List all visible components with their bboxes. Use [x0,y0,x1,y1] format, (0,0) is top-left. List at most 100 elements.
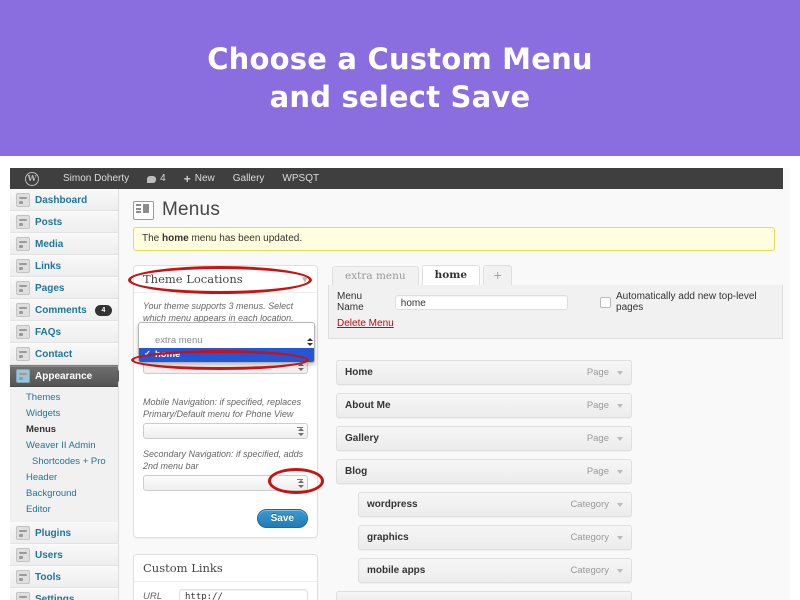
submenu-item-header[interactable]: Header [10,470,118,486]
chevron-down-icon[interactable] [617,436,623,441]
custom-links-box: Custom Links URL http:// Label Menu Item [133,554,318,600]
menu-item-title: mobile apps [367,565,426,576]
menu-item-type: Category [570,532,609,543]
chevron-down-icon[interactable] [617,469,623,474]
check-icon: ✓ [144,349,151,358]
sidebar-item-settings[interactable]: Settings [10,588,118,600]
delete-menu-link[interactable]: Delete Menu [337,318,394,329]
menu-item-title: wordpress [367,499,418,510]
menu-item-row[interactable]: wordpress Category [358,492,632,517]
menu-items-list: Home Page About Me Page Gallery Page Blo… [328,339,783,600]
chevron-down-icon[interactable] [617,568,623,573]
sidebar-label: Comments [35,304,87,316]
secondary-navigation-label: Secondary Navigation: if specified, adds… [143,449,304,471]
mobile-navigation-label: Mobile Navigation: if specified, replace… [143,397,302,419]
chevron-down-icon[interactable] [617,403,623,408]
dropdown-panel: extra menu ✓ home [138,322,315,363]
appearance-submenu: Themes Widgets Menus Weaver II Admin Sho… [10,387,118,522]
updated-notice: The home menu has been updated. [133,227,775,251]
sidebar-item-users[interactable]: Users [10,544,118,566]
chevron-down-icon[interactable] [617,535,623,540]
menu-item-row[interactable]: Home Page [336,360,632,385]
comments-count-badge: 4 [95,304,112,316]
secondary-navigation-select[interactable] [143,475,308,491]
sidebar-item-pages[interactable]: Pages [10,277,118,299]
sidebar-item-dashboard[interactable]: Dashboard [10,189,118,211]
chevron-down-icon[interactable] [617,502,623,507]
menu-item-meta: Page [587,400,623,411]
sidebar-item-comments[interactable]: Comments 4 [10,299,118,321]
link-icon [16,259,30,273]
instruction-text: Choose a Custom Menu and select Save [207,40,593,117]
submenu-item-shortcodes-pro[interactable]: Shortcodes + Pro [10,454,118,470]
sidebar-label: Settings [35,593,75,600]
admin-bar-wpsqt[interactable]: WPSQT [273,168,328,189]
menu-item-type: Page [586,367,609,378]
wordpress-admin-screenshot: W Simon Doherty 4 + New Gallery WPSQT Da… [10,168,790,600]
sidebar-label: Posts [35,216,63,228]
auto-add-pages-checkbox[interactable] [600,296,612,308]
sidebar-item-appearance[interactable]: Appearance [10,365,124,387]
custom-links-title: Custom Links [143,561,223,575]
theme-locations-title: Theme Locations [143,272,243,286]
sidebar-label: Pages [35,282,65,294]
menu-item-type: Page [586,466,609,477]
sidebar-item-contact[interactable]: Contact [10,343,118,365]
sidebar-item-posts[interactable]: Posts [10,211,118,233]
submenu-item-editor[interactable]: Editor [10,502,118,518]
chevron-down-icon[interactable] [617,370,623,375]
tab-home[interactable]: home [421,265,481,285]
menu-item-row[interactable]: About Me Page [336,393,632,418]
menu-item-type: Page [586,400,609,411]
sidebar-item-faqs[interactable]: FAQs [10,321,118,343]
menu-item-type: Page [586,433,609,444]
menu-item-row-partial[interactable] [336,591,632,600]
menu-item-title: Blog [345,466,368,477]
dropdown-option-extra-menu[interactable]: extra menu [139,334,314,348]
admin-bar-comments[interactable]: 4 [138,168,175,189]
url-input[interactable]: http:// [179,589,308,600]
admin-content: Menus The home menu has been updated. Th… [119,189,783,600]
theme-locations-header[interactable]: Theme Locations ▼ [134,266,317,293]
sidebar-label: Plugins [35,527,72,539]
sidebar-label: Links [35,260,62,272]
admin-bar-gallery[interactable]: Gallery [224,168,274,189]
menu-item-row[interactable]: Gallery Page [336,426,632,451]
users-icon [16,548,30,562]
tab-add-menu[interactable]: + [483,265,513,285]
submenu-item-themes[interactable]: Themes [10,390,118,406]
menu-name-label: Menu Name [337,291,364,313]
submenu-item-menus[interactable]: Menus [10,422,118,438]
menu-item-row[interactable]: graphics Category [358,525,632,550]
sidebar-item-plugins[interactable]: Plugins [10,522,118,544]
chevron-down-icon[interactable]: ▼ [302,275,308,284]
menu-item-row[interactable]: Blog Page [336,459,632,484]
theme-locations-footer: Save [134,503,317,537]
auto-add-pages-checkbox-row[interactable]: Automatically add new top-level pages [600,291,774,313]
theme-locations-hint: Your theme supports 3 menus. Select whic… [143,301,294,323]
save-button[interactable]: Save [256,509,308,528]
submenu-item-background[interactable]: Background [10,486,118,502]
submenu-item-widgets[interactable]: Widgets [10,406,118,422]
theme-locations-box: Theme Locations ▼ Your theme supports 3 … [133,265,318,538]
menu-item-row[interactable]: mobile apps Category [358,558,632,583]
wordpress-logo-icon[interactable]: W [10,168,54,189]
menu-name-input[interactable]: home [394,294,569,310]
dropdown-option-home[interactable]: ✓ home [139,348,314,362]
admin-bar-site-name[interactable]: Simon Doherty [54,168,138,189]
tab-extra-menu[interactable]: extra menu [332,266,419,285]
url-label: URL [143,591,163,600]
slide-root: Choose a Custom Menu and select Save W S… [0,0,800,600]
submenu-item-weaver-ii-admin[interactable]: Weaver II Admin [10,438,118,454]
sidebar-item-tools[interactable]: Tools [10,566,118,588]
custom-links-header[interactable]: Custom Links [134,555,317,582]
sidebar-item-media[interactable]: Media [10,233,118,255]
admin-bar-new[interactable]: + New [175,168,224,189]
comment-icon [16,303,30,317]
menu-tabs: extra menu home + [328,265,783,285]
sidebar-item-links[interactable]: Links [10,255,118,277]
menu-item-meta: Category [570,532,623,543]
menu-item-meta: Page [587,466,623,477]
appearance-icon [16,369,30,383]
mobile-navigation-select[interactable] [143,423,308,439]
